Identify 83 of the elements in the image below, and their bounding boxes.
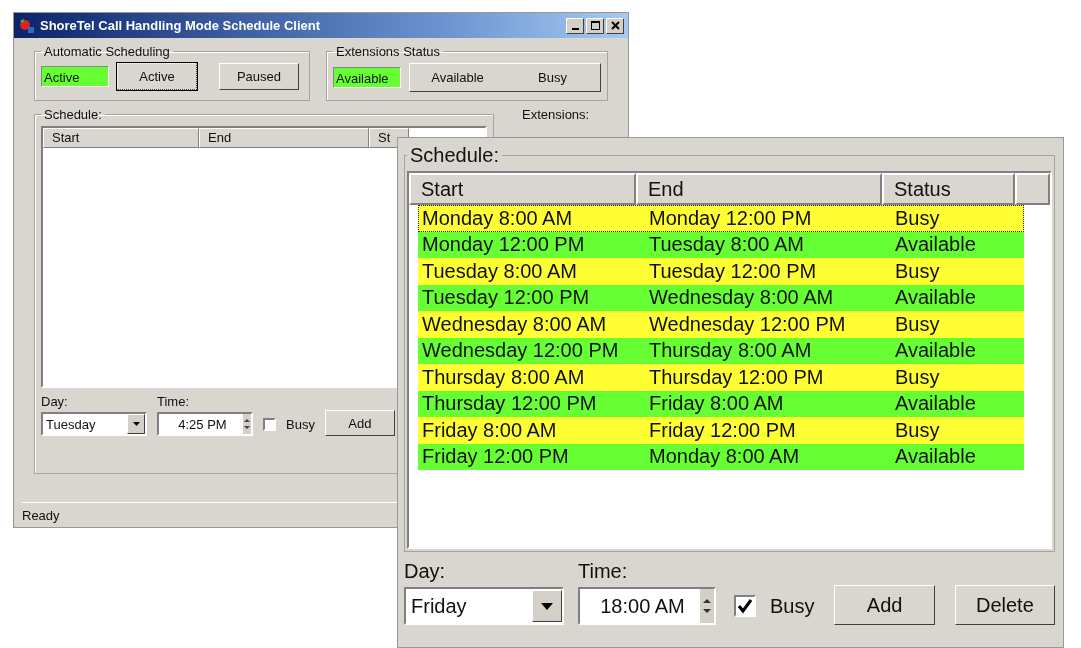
table-cell-text: Tuesday 8:00 AM [648,233,805,257]
column-header[interactable]: Status [882,173,1015,205]
mode-button[interactable]: Active [117,63,197,90]
close-button[interactable] [606,17,624,34]
schedule-row[interactable]: Monday 8:00 AM Monday 12:00 PM Busy [418,205,1024,232]
time-field[interactable]: 18:00 AM [578,587,716,625]
schedule-row[interactable]: Thursday 8:00 AM Thursday 12:00 PM Busy [418,364,1024,391]
app-icon [18,17,36,34]
group-label: Extensions: [522,107,590,122]
table-cell-text: Busy [894,259,941,283]
table-cell-text: Busy [894,365,941,389]
caret-icon [132,422,140,426]
group-label: Automatic Scheduling [43,44,171,59]
field-label: Day: [41,394,69,409]
schedule-row[interactable]: Wednesday 12:00 PM Thursday 8:00 AM Available [418,337,1024,364]
table-cell-text: Available [894,445,977,469]
busy-checkbox[interactable] [734,595,756,617]
table-cell-text: Monday 8:00 AM [421,206,574,230]
checkbox-label: Busy [770,594,815,618]
table-cell-text: Wednesday 12:00 PM [648,312,847,336]
status-button[interactable]: Busy [505,64,600,91]
table-cell-text: Monday 8:00 AM [648,445,801,469]
table-cell-text: Thursday 8:00 AM [648,339,813,363]
delete-button[interactable]: Delete [954,585,1055,625]
status-indicator: Active [41,66,109,87]
table-cell-text: Wednesday 12:00 PM [421,339,620,363]
table-cell-text: Monday 12:00 PM [421,233,586,257]
schedule-row[interactable]: Wednesday 8:00 AM Wednesday 12:00 PM Busy [418,311,1024,338]
time-field[interactable]: 4:25 PM [157,412,253,436]
status-indicator: Available [333,67,401,88]
table-cell-text: Tuesday 8:00 AM [421,259,578,283]
column-header[interactable]: End [636,173,882,205]
add-button[interactable]: Add [834,585,935,625]
table-cell-text: Available [894,233,977,257]
minimize-button[interactable] [566,17,584,34]
schedule-row[interactable]: Tuesday 12:00 PM Wednesday 8:00 AM Available [418,284,1024,311]
field-label: Time: [157,394,191,409]
status-text: Ready [22,507,60,523]
maximize-button[interactable] [586,17,604,34]
table-cell-text: Friday 12:00 PM [648,418,797,442]
window-title: ShoreTel Call Handling Mode Schedule Client [40,18,321,33]
field-label: Day: [404,560,447,583]
table-cell-text: Thursday 12:00 PM [648,365,825,389]
table-cell-text: Friday 12:00 PM [421,445,570,469]
minimize-icon [571,28,579,30]
add-button[interactable]: Add [324,410,395,436]
close-icon [610,21,620,30]
schedule-row[interactable]: Thursday 12:00 PM Friday 8:00 AM Available [418,390,1024,417]
table-cell-text: Busy [894,312,941,336]
column-header[interactable]: End [199,128,369,148]
status-button[interactable]: Available [410,64,505,91]
maximize-icon [590,21,600,30]
day-dropdown[interactable]: Tuesday [41,412,147,436]
table-cell-text: Wednesday 8:00 AM [421,312,608,336]
mode-button[interactable]: Paused [219,63,299,90]
group-label: Schedule: [43,107,103,122]
table-cell-text: Available [894,286,977,310]
table-cell-text: Friday 8:00 AM [421,418,558,442]
table-cell-text: Friday 8:00 AM [648,392,785,416]
schedule-row[interactable]: Friday 12:00 PM Monday 8:00 AM Available [418,443,1024,470]
busy-checkbox[interactable] [263,417,276,431]
table-cell-text: Busy [894,206,941,230]
field-label: Time: [578,560,629,583]
schedule-row[interactable]: Friday 8:00 AM Friday 12:00 PM Busy [418,417,1024,444]
table-cell-text: Thursday 12:00 PM [421,392,598,416]
table-cell-text: Available [894,339,977,363]
group-label: Schedule: [409,144,500,167]
schedule-row[interactable]: Tuesday 8:00 AM Tuesday 12:00 PM Busy [418,258,1024,285]
table-cell-text: Tuesday 12:00 PM [648,259,818,283]
table-cell-text: Monday 12:00 PM [648,206,813,230]
table-cell-text: Busy [894,418,941,442]
day-dropdown[interactable]: Friday [404,587,564,625]
spinner-icon [243,417,251,431]
table-cell-text: Available [894,392,977,416]
table-cell-text: Tuesday 12:00 PM [421,286,591,310]
schedule-row[interactable]: Monday 12:00 PM Tuesday 8:00 AM Available [418,231,1024,258]
group-label: Extensions Status [335,44,442,59]
caret-icon [541,602,553,610]
column-header[interactable]: Start [43,128,199,148]
checkbox-label: Busy [286,416,315,432]
table-cell-text: Thursday 8:00 AM [421,365,586,389]
column-header[interactable]: Start [409,173,636,205]
table-cell-text: Wednesday 8:00 AM [648,286,835,310]
